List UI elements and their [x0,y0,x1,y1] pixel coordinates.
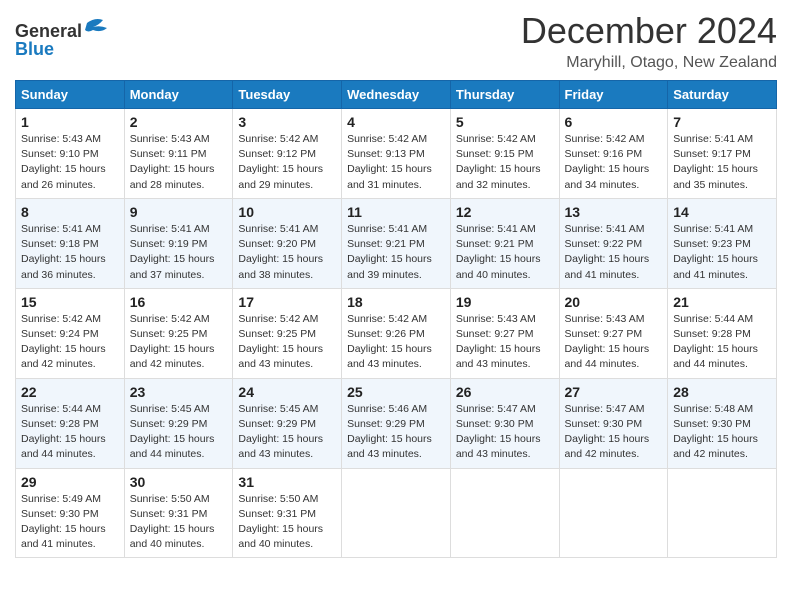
table-row [450,468,559,558]
table-row: 13Sunrise: 5:41 AMSunset: 9:22 PMDayligh… [559,198,668,288]
table-row: 28Sunrise: 5:48 AMSunset: 9:30 PMDayligh… [668,378,777,468]
table-row: 3Sunrise: 5:42 AMSunset: 9:12 PMDaylight… [233,109,342,199]
col-tuesday: Tuesday [233,81,342,109]
col-thursday: Thursday [450,81,559,109]
logo-svg: General Blue [15,15,115,65]
table-row [342,468,451,558]
table-row: 27Sunrise: 5:47 AMSunset: 9:30 PMDayligh… [559,378,668,468]
col-sunday: Sunday [16,81,125,109]
table-row: 21Sunrise: 5:44 AMSunset: 9:28 PMDayligh… [668,288,777,378]
calendar-header-row: Sunday Monday Tuesday Wednesday Thursday… [16,81,777,109]
table-row: 8Sunrise: 5:41 AMSunset: 9:18 PMDaylight… [16,198,125,288]
col-wednesday: Wednesday [342,81,451,109]
table-row: 29Sunrise: 5:49 AMSunset: 9:30 PMDayligh… [16,468,125,558]
table-row: 20Sunrise: 5:43 AMSunset: 9:27 PMDayligh… [559,288,668,378]
table-row: 7Sunrise: 5:41 AMSunset: 9:17 PMDaylight… [668,109,777,199]
col-monday: Monday [124,81,233,109]
table-row: 24Sunrise: 5:45 AMSunset: 9:29 PMDayligh… [233,378,342,468]
table-row: 12Sunrise: 5:41 AMSunset: 9:21 PMDayligh… [450,198,559,288]
table-row: 31Sunrise: 5:50 AMSunset: 9:31 PMDayligh… [233,468,342,558]
table-row: 22Sunrise: 5:44 AMSunset: 9:28 PMDayligh… [16,378,125,468]
title-area: December 2024 Maryhill, Otago, New Zeala… [521,10,777,72]
svg-text:General: General [15,21,82,41]
table-row: 26Sunrise: 5:47 AMSunset: 9:30 PMDayligh… [450,378,559,468]
logo: General Blue [15,10,115,65]
table-row: 2Sunrise: 5:43 AMSunset: 9:11 PMDaylight… [124,109,233,199]
table-row: 19Sunrise: 5:43 AMSunset: 9:27 PMDayligh… [450,288,559,378]
table-row: 25Sunrise: 5:46 AMSunset: 9:29 PMDayligh… [342,378,451,468]
table-row [559,468,668,558]
table-row: 14Sunrise: 5:41 AMSunset: 9:23 PMDayligh… [668,198,777,288]
month-title: December 2024 [521,10,777,52]
table-row: 10Sunrise: 5:41 AMSunset: 9:20 PMDayligh… [233,198,342,288]
svg-text:Blue: Blue [15,39,54,59]
col-friday: Friday [559,81,668,109]
table-row: 5Sunrise: 5:42 AMSunset: 9:15 PMDaylight… [450,109,559,199]
table-row: 1Sunrise: 5:43 AMSunset: 9:10 PMDaylight… [16,109,125,199]
table-row [668,468,777,558]
table-row: 9Sunrise: 5:41 AMSunset: 9:19 PMDaylight… [124,198,233,288]
table-row: 11Sunrise: 5:41 AMSunset: 9:21 PMDayligh… [342,198,451,288]
page-header: General Blue December 2024 Maryhill, Ota… [15,10,777,72]
col-saturday: Saturday [668,81,777,109]
table-row: 16Sunrise: 5:42 AMSunset: 9:25 PMDayligh… [124,288,233,378]
table-row: 30Sunrise: 5:50 AMSunset: 9:31 PMDayligh… [124,468,233,558]
calendar-table: Sunday Monday Tuesday Wednesday Thursday… [15,80,777,558]
table-row: 23Sunrise: 5:45 AMSunset: 9:29 PMDayligh… [124,378,233,468]
table-row: 6Sunrise: 5:42 AMSunset: 9:16 PMDaylight… [559,109,668,199]
location: Maryhill, Otago, New Zealand [521,54,777,72]
table-row: 17Sunrise: 5:42 AMSunset: 9:25 PMDayligh… [233,288,342,378]
table-row: 18Sunrise: 5:42 AMSunset: 9:26 PMDayligh… [342,288,451,378]
table-row: 15Sunrise: 5:42 AMSunset: 9:24 PMDayligh… [16,288,125,378]
table-row: 4Sunrise: 5:42 AMSunset: 9:13 PMDaylight… [342,109,451,199]
